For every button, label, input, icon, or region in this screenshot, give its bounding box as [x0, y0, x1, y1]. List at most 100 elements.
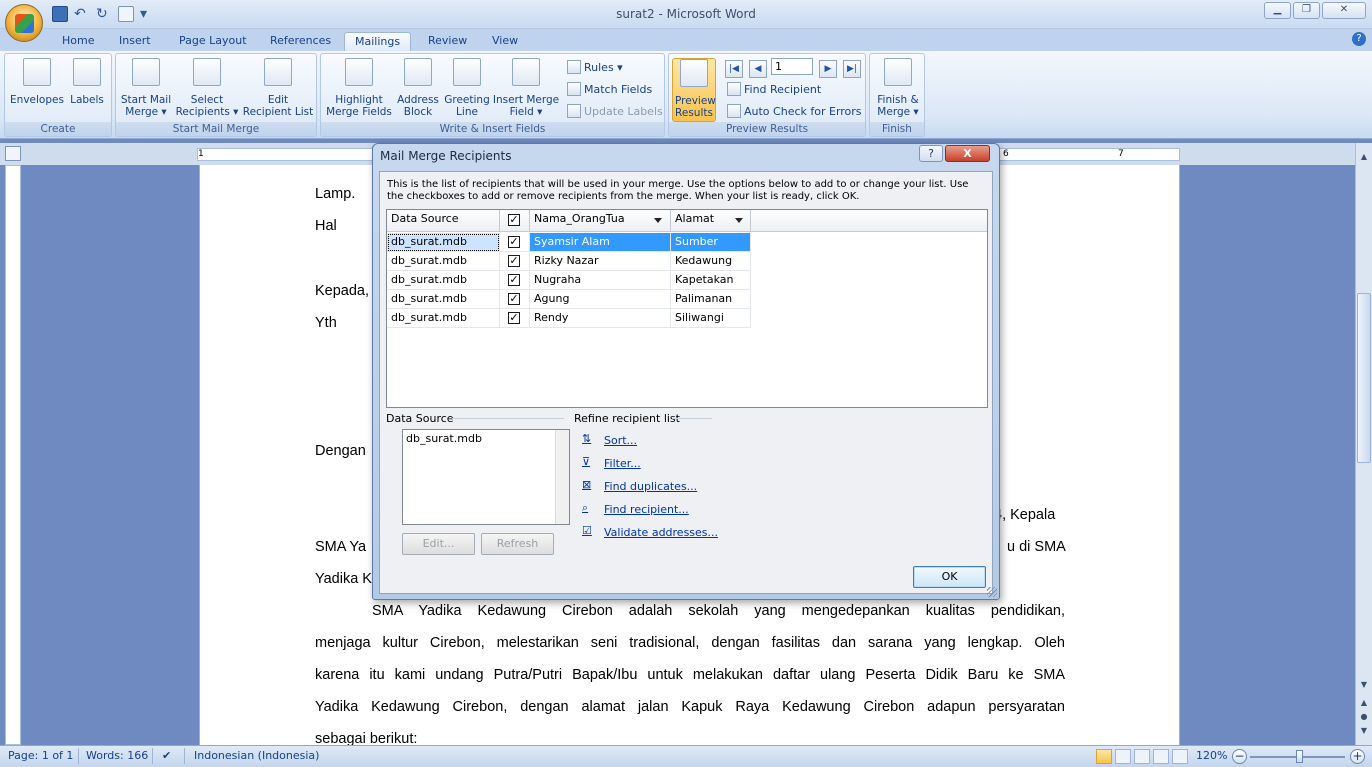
labels-button[interactable]: Labels [67, 58, 107, 106]
recipient-table[interactable]: Data Source ✓ Nama_OrangTua Alamat db_su… [386, 209, 988, 408]
doc-line-yth: Yth [315, 315, 337, 331]
row-checkbox[interactable]: ✓ [508, 255, 520, 267]
filter-link[interactable]: ⊽ Filter... [582, 455, 641, 471]
previous-record-button[interactable]: ◀ [749, 60, 767, 78]
print-layout-view-icon[interactable] [1096, 749, 1112, 764]
match-fields-button[interactable]: Match Fields [567, 82, 652, 96]
tab-home[interactable]: Home [52, 32, 104, 51]
row-checkbox[interactable]: ✓ [508, 274, 520, 286]
data-source-label: Data Source [386, 412, 454, 425]
find-duplicates-link[interactable]: ⊠ Find duplicates... [582, 478, 697, 494]
greeting-line-button[interactable]: Greeting Line [443, 58, 491, 118]
address-block-button[interactable]: Address Block [395, 58, 441, 118]
find-recipient-button[interactable]: Find Recipient [727, 82, 821, 96]
find-recipient-link[interactable]: ⌕ Find recipient... [582, 501, 689, 517]
cell-alamat: Kapetakan [671, 271, 751, 290]
browse-object-icon[interactable]: ● [1357, 711, 1371, 723]
scroll-up-icon[interactable]: ▲ [1357, 151, 1371, 163]
resize-grip-icon[interactable] [987, 587, 997, 597]
envelopes-button[interactable]: Envelopes [9, 58, 65, 106]
close-button[interactable]: ✕ [1322, 2, 1366, 19]
tab-view[interactable]: View [482, 32, 528, 51]
column-header-alamat[interactable]: Alamat [671, 210, 751, 232]
doc-paragraph-line: SMA Yadika Kedawung Cirebon adalah sekol… [372, 603, 1065, 619]
next-page-icon[interactable]: ▼ [1357, 725, 1371, 737]
scrollbar-thumb[interactable] [1357, 293, 1371, 463]
doc-line-yadika: Yadika K [315, 571, 372, 587]
tab-mailings[interactable]: Mailings [344, 32, 412, 51]
update-labels-button[interactable]: Update Labels [567, 104, 663, 118]
outline-view-icon[interactable] [1153, 749, 1169, 764]
labels-icon [73, 58, 101, 86]
language[interactable]: Indonesian (Indonesia) [194, 749, 319, 762]
vertical-ruler[interactable] [5, 165, 21, 745]
select-all-checkbox[interactable]: ✓ [508, 214, 520, 226]
validate-addresses-link[interactable]: ☑ Validate addresses... [582, 524, 718, 540]
office-button[interactable] [5, 4, 43, 42]
zoom-slider-thumb[interactable] [1296, 750, 1303, 763]
word-count[interactable]: Words: 166 [86, 749, 148, 762]
scroll-down-icon[interactable]: ▼ [1357, 679, 1371, 691]
column-header-checkbox[interactable]: ✓ [500, 210, 530, 232]
column-header-data-source[interactable]: Data Source [387, 210, 500, 232]
row-checkbox[interactable]: ✓ [508, 312, 520, 324]
web-layout-icon[interactable] [1134, 749, 1150, 764]
ok-button[interactable]: OK [913, 566, 986, 588]
zoom-level[interactable]: 120% [1196, 749, 1227, 762]
tab-references[interactable]: References [260, 32, 341, 51]
column-header-nama[interactable]: Nama_OrangTua [530, 210, 671, 232]
highlight-merge-fields-button[interactable]: Highlight Merge Fields [325, 58, 393, 118]
column-filter-arrow-icon[interactable] [735, 218, 743, 223]
data-source-list-scrollbar[interactable] [555, 430, 569, 524]
refresh-button[interactable]: Refresh [481, 533, 554, 555]
draft-view-icon[interactable] [1172, 749, 1188, 764]
row-checkbox[interactable]: ✓ [508, 293, 520, 305]
previous-page-icon[interactable]: ▲ [1357, 697, 1371, 709]
edit-button[interactable]: Edit... [402, 533, 475, 555]
sort-link[interactable]: ⇅ Sort... [582, 432, 637, 448]
restore-button[interactable]: ❐ [1293, 2, 1320, 19]
status-separator [184, 748, 185, 764]
next-record-button[interactable]: ▶ [819, 60, 837, 78]
row-checkbox[interactable]: ✓ [508, 236, 520, 248]
zoom-out-button[interactable]: − [1232, 749, 1247, 764]
proofing-icon[interactable]: ✔ [162, 749, 171, 762]
tab-review[interactable]: Review [418, 32, 477, 51]
data-source-list-item[interactable]: db_surat.mdb [406, 432, 482, 445]
start-mail-merge-label-2: Merge ▾ [125, 106, 167, 118]
vertical-scrollbar[interactable]: ▲ ▼ ▲ ● ▼ [1355, 143, 1372, 745]
dialog-close-button[interactable]: X [945, 145, 990, 162]
find-duplicates-icon: ⊠ [582, 478, 592, 491]
column-label-nama: Nama_OrangTua [534, 212, 625, 225]
data-source-list[interactable]: db_surat.mdb [402, 429, 570, 525]
tab-page-layout[interactable]: Page Layout [169, 32, 257, 51]
rules-button[interactable]: Rules ▾ [567, 60, 623, 74]
insert-merge-field-button[interactable]: Insert Merge Field ▾ [492, 58, 560, 118]
dialog-help-button[interactable]: ? [919, 145, 943, 162]
doc-line-dengan: Dengan [315, 443, 366, 459]
find-recipient-icon: ⌕ [582, 501, 589, 514]
cell-nama: Agung [530, 290, 671, 309]
record-number-input[interactable] [771, 58, 813, 75]
match-fields-label: Match Fields [584, 82, 653, 96]
cell-alamat: Siliwangi [671, 309, 751, 328]
zoom-in-button[interactable]: + [1350, 749, 1365, 764]
finish-label-1: Finish & [877, 94, 919, 106]
select-recipients-button[interactable]: Select Recipients ▾ [174, 58, 240, 118]
column-filter-arrow-icon[interactable] [654, 218, 662, 223]
edit-recipient-list-button[interactable]: Edit Recipient List [240, 58, 316, 118]
last-record-button[interactable]: ▶| [843, 60, 861, 78]
tab-insert[interactable]: Insert [109, 32, 161, 51]
help-icon[interactable]: ? [1352, 32, 1366, 46]
preview-results-button[interactable]: Preview Results [672, 58, 716, 122]
minimize-button[interactable]: ▁ [1264, 2, 1291, 19]
find-recipient-label: Find recipient... [604, 502, 689, 516]
auto-check-errors-button[interactable]: Auto Check for Errors [727, 104, 862, 118]
tab-selector[interactable] [5, 146, 21, 161]
start-mail-merge-button[interactable]: Start Mail Merge ▾ [118, 58, 174, 118]
full-screen-reading-icon[interactable] [1115, 749, 1131, 764]
page-count[interactable]: Page: 1 of 1 [8, 749, 73, 762]
doc-line-lamp: Lamp. [315, 186, 356, 202]
first-record-button[interactable]: |◀ [725, 60, 743, 78]
finish-merge-button[interactable]: Finish & Merge ▾ [872, 58, 924, 118]
